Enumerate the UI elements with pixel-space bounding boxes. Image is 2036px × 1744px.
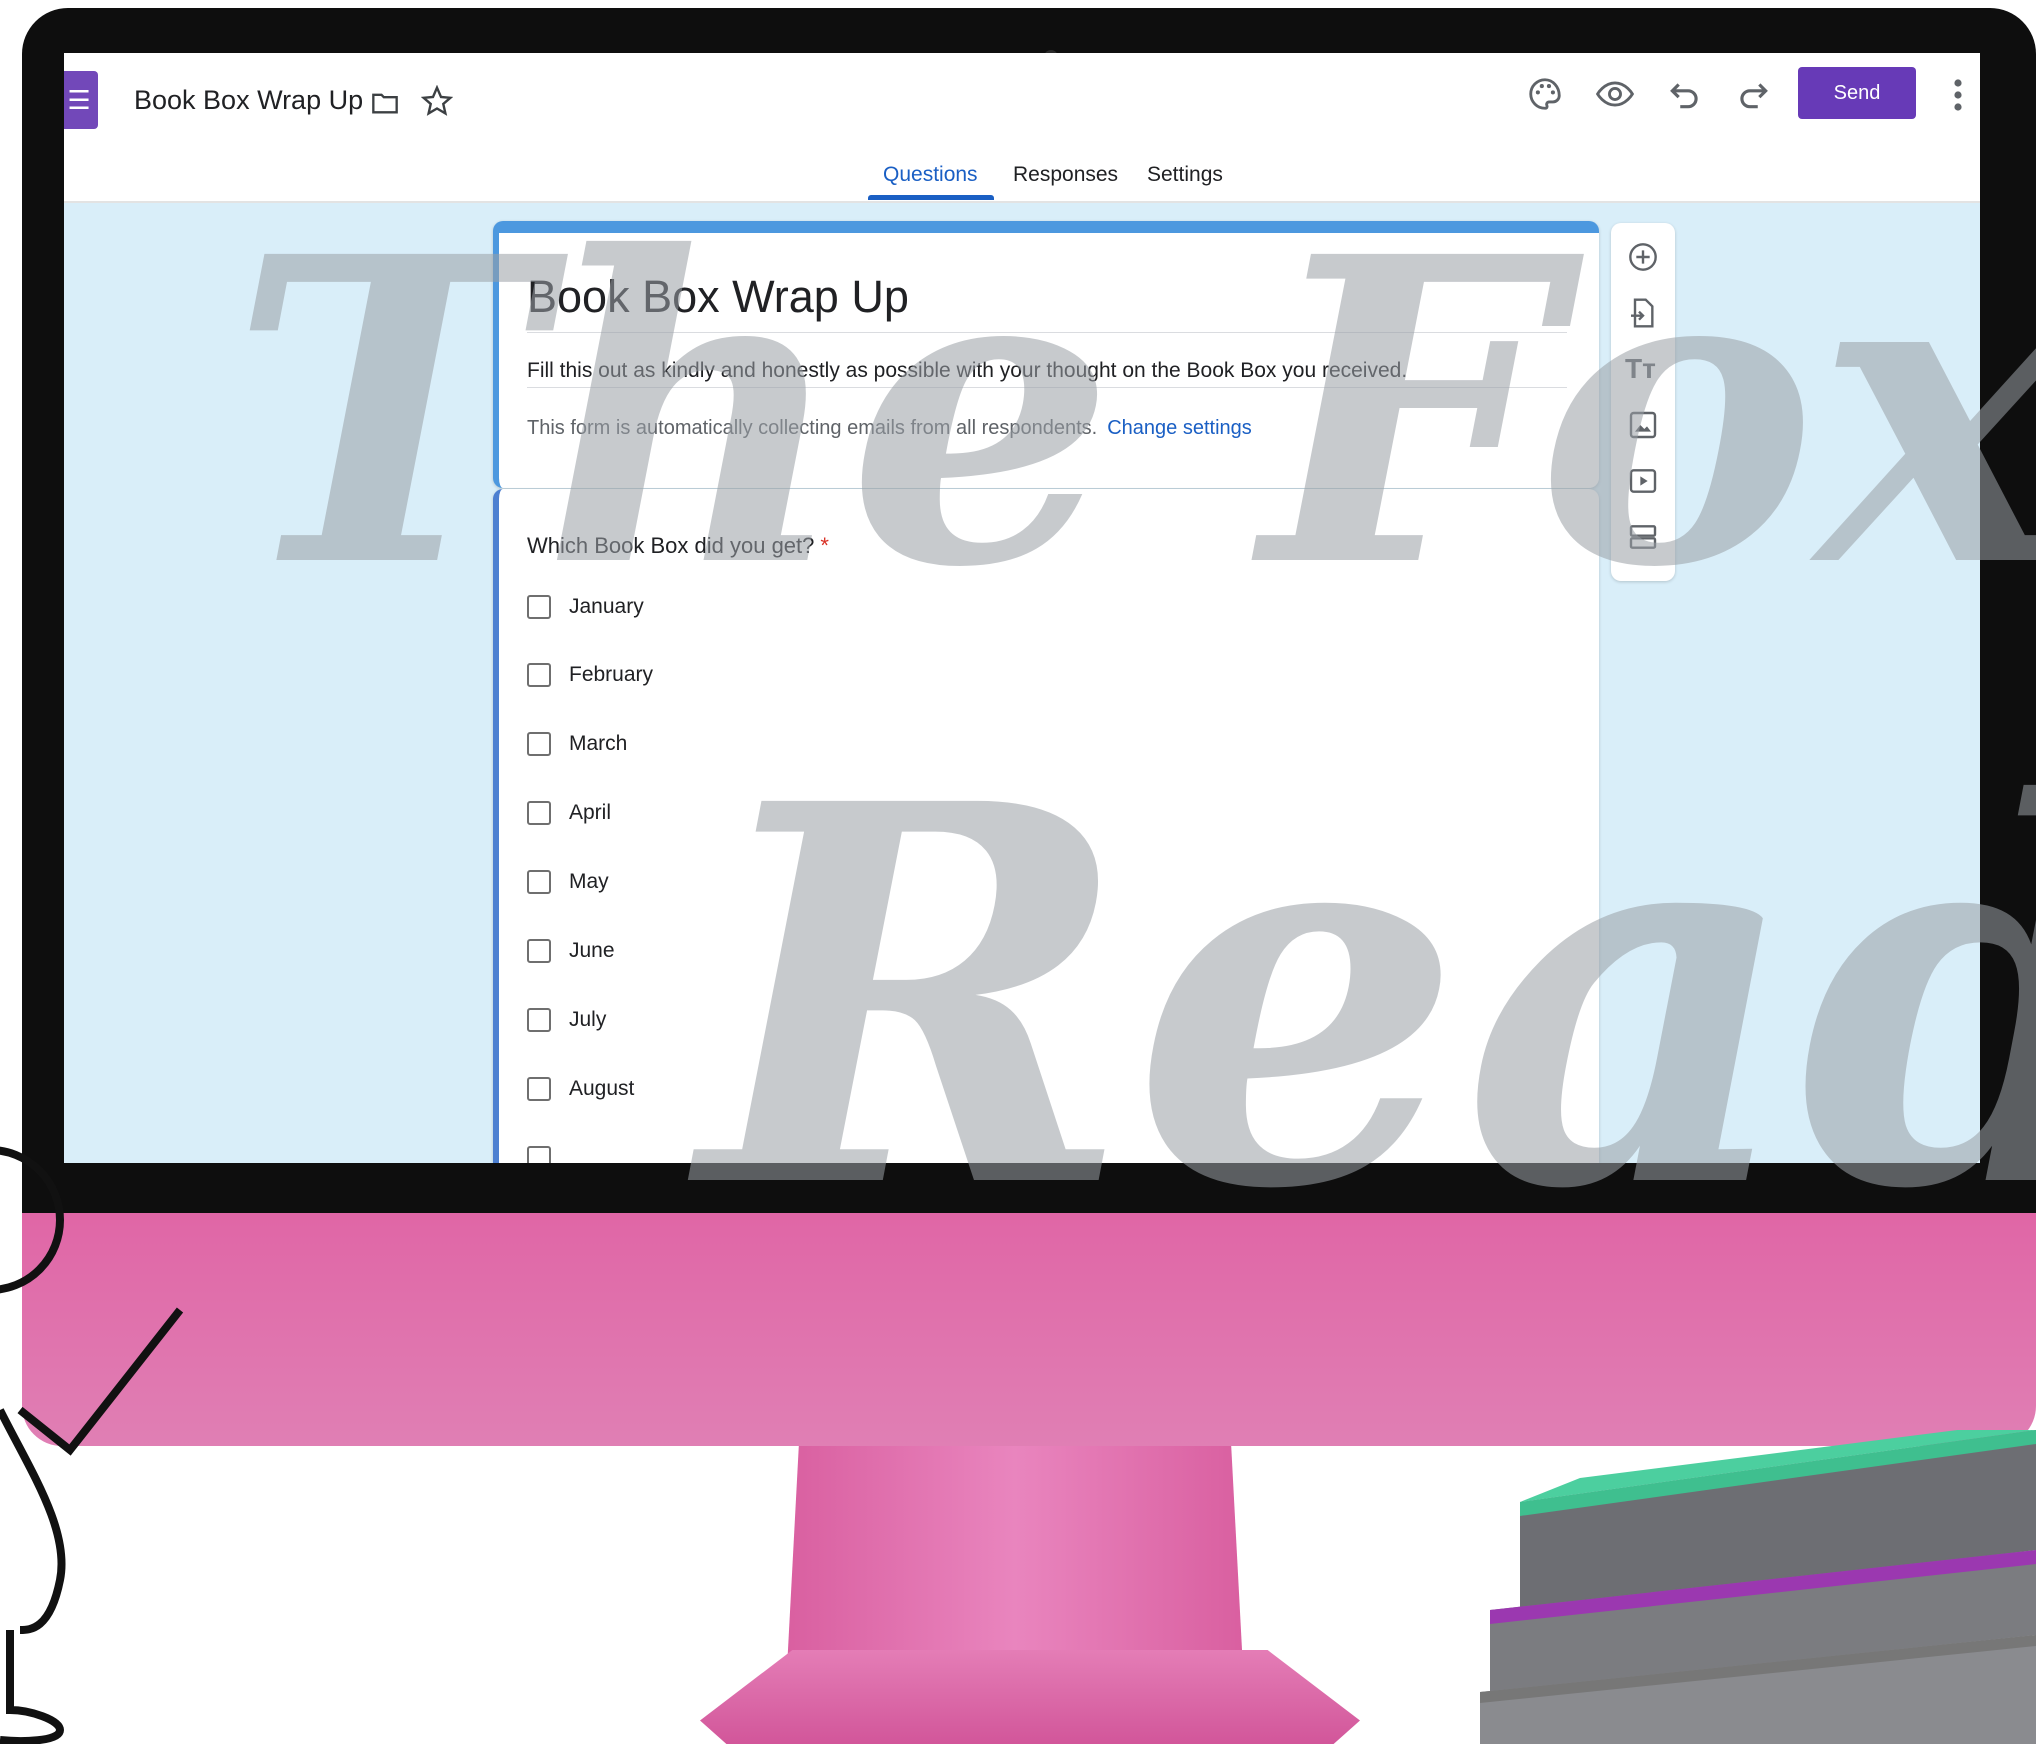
palette-icon[interactable] (1526, 75, 1564, 113)
option-label: March (569, 732, 628, 755)
checkbox[interactable] (527, 663, 551, 687)
checkbox[interactable] (527, 1008, 551, 1032)
top-bar: ☰ Book Box Wrap Up Send Questions Respon… (64, 53, 1980, 203)
preview-eye-icon[interactable] (1596, 75, 1634, 113)
form-description[interactable]: Fill this out as kindly and honestly as … (527, 359, 1407, 383)
tab-questions[interactable]: Questions (883, 163, 978, 187)
stick-figure-illustration (0, 1146, 184, 1744)
more-vert-icon[interactable] (1952, 77, 1964, 113)
option-label: July (569, 1008, 607, 1031)
option-label: April (569, 801, 612, 824)
active-tab-indicator (868, 195, 994, 200)
form-title[interactable]: Book Box Wrap Up (527, 271, 909, 323)
email-collection-note: This form is automatically collecting em… (527, 417, 1252, 440)
checkbox[interactable] (527, 801, 551, 825)
checkbox[interactable] (527, 1077, 551, 1101)
forms-logo-icon[interactable]: ☰ (64, 71, 98, 129)
option-label: August (569, 1077, 635, 1100)
email-note-text: This form is automatically collecting em… (527, 417, 1098, 439)
add-question-icon[interactable] (1627, 241, 1659, 273)
add-video-icon[interactable] (1627, 465, 1659, 497)
add-title-icon[interactable]: Tт (1625, 353, 1656, 385)
redo-icon[interactable] (1734, 75, 1772, 113)
monitor-stand-foot (700, 1650, 1360, 1744)
title-divider (527, 332, 1567, 333)
add-section-icon[interactable] (1627, 521, 1659, 553)
add-image-icon[interactable] (1627, 409, 1659, 441)
star-icon[interactable] (421, 85, 453, 117)
checkbox[interactable] (527, 870, 551, 894)
checkbox[interactable] (527, 732, 551, 756)
import-questions-icon[interactable] (1627, 297, 1659, 329)
option-label: May (569, 870, 609, 893)
undo-icon[interactable] (1666, 75, 1704, 113)
forms-editor-screen: ☰ Book Box Wrap Up Send Questions Respon… (64, 53, 1980, 1163)
form-header-card[interactable]: Book Box Wrap Up Fill this out as kindly… (493, 221, 1599, 488)
question-text: Which Book Box did you get? (527, 533, 815, 558)
option-label: June (569, 939, 615, 962)
tab-responses[interactable]: Responses (1013, 163, 1118, 187)
side-toolbar: Tт (1611, 223, 1675, 581)
change-settings-link[interactable]: Change settings (1107, 417, 1252, 439)
book-stack-illustration (1480, 1430, 2036, 1744)
editor-tabs: Questions Responses Settings (64, 163, 1980, 201)
checkbox[interactable] (527, 595, 551, 619)
monitor-chin (22, 1213, 2036, 1446)
checkbox[interactable] (527, 939, 551, 963)
folder-icon[interactable] (371, 89, 399, 117)
question-title[interactable]: Which Book Box did you get? * (527, 533, 829, 559)
question-card[interactable]: Which Book Box did you get? * January Feb… (493, 489, 1599, 1163)
required-asterisk: * (820, 533, 829, 558)
document-title[interactable]: Book Box Wrap Up (134, 85, 363, 116)
option-label: January (569, 595, 644, 618)
option-label: February (569, 663, 654, 686)
tab-settings[interactable]: Settings (1147, 163, 1223, 187)
description-divider (527, 387, 1567, 388)
checkbox[interactable] (527, 1146, 551, 1163)
send-button[interactable]: Send (1798, 67, 1916, 119)
